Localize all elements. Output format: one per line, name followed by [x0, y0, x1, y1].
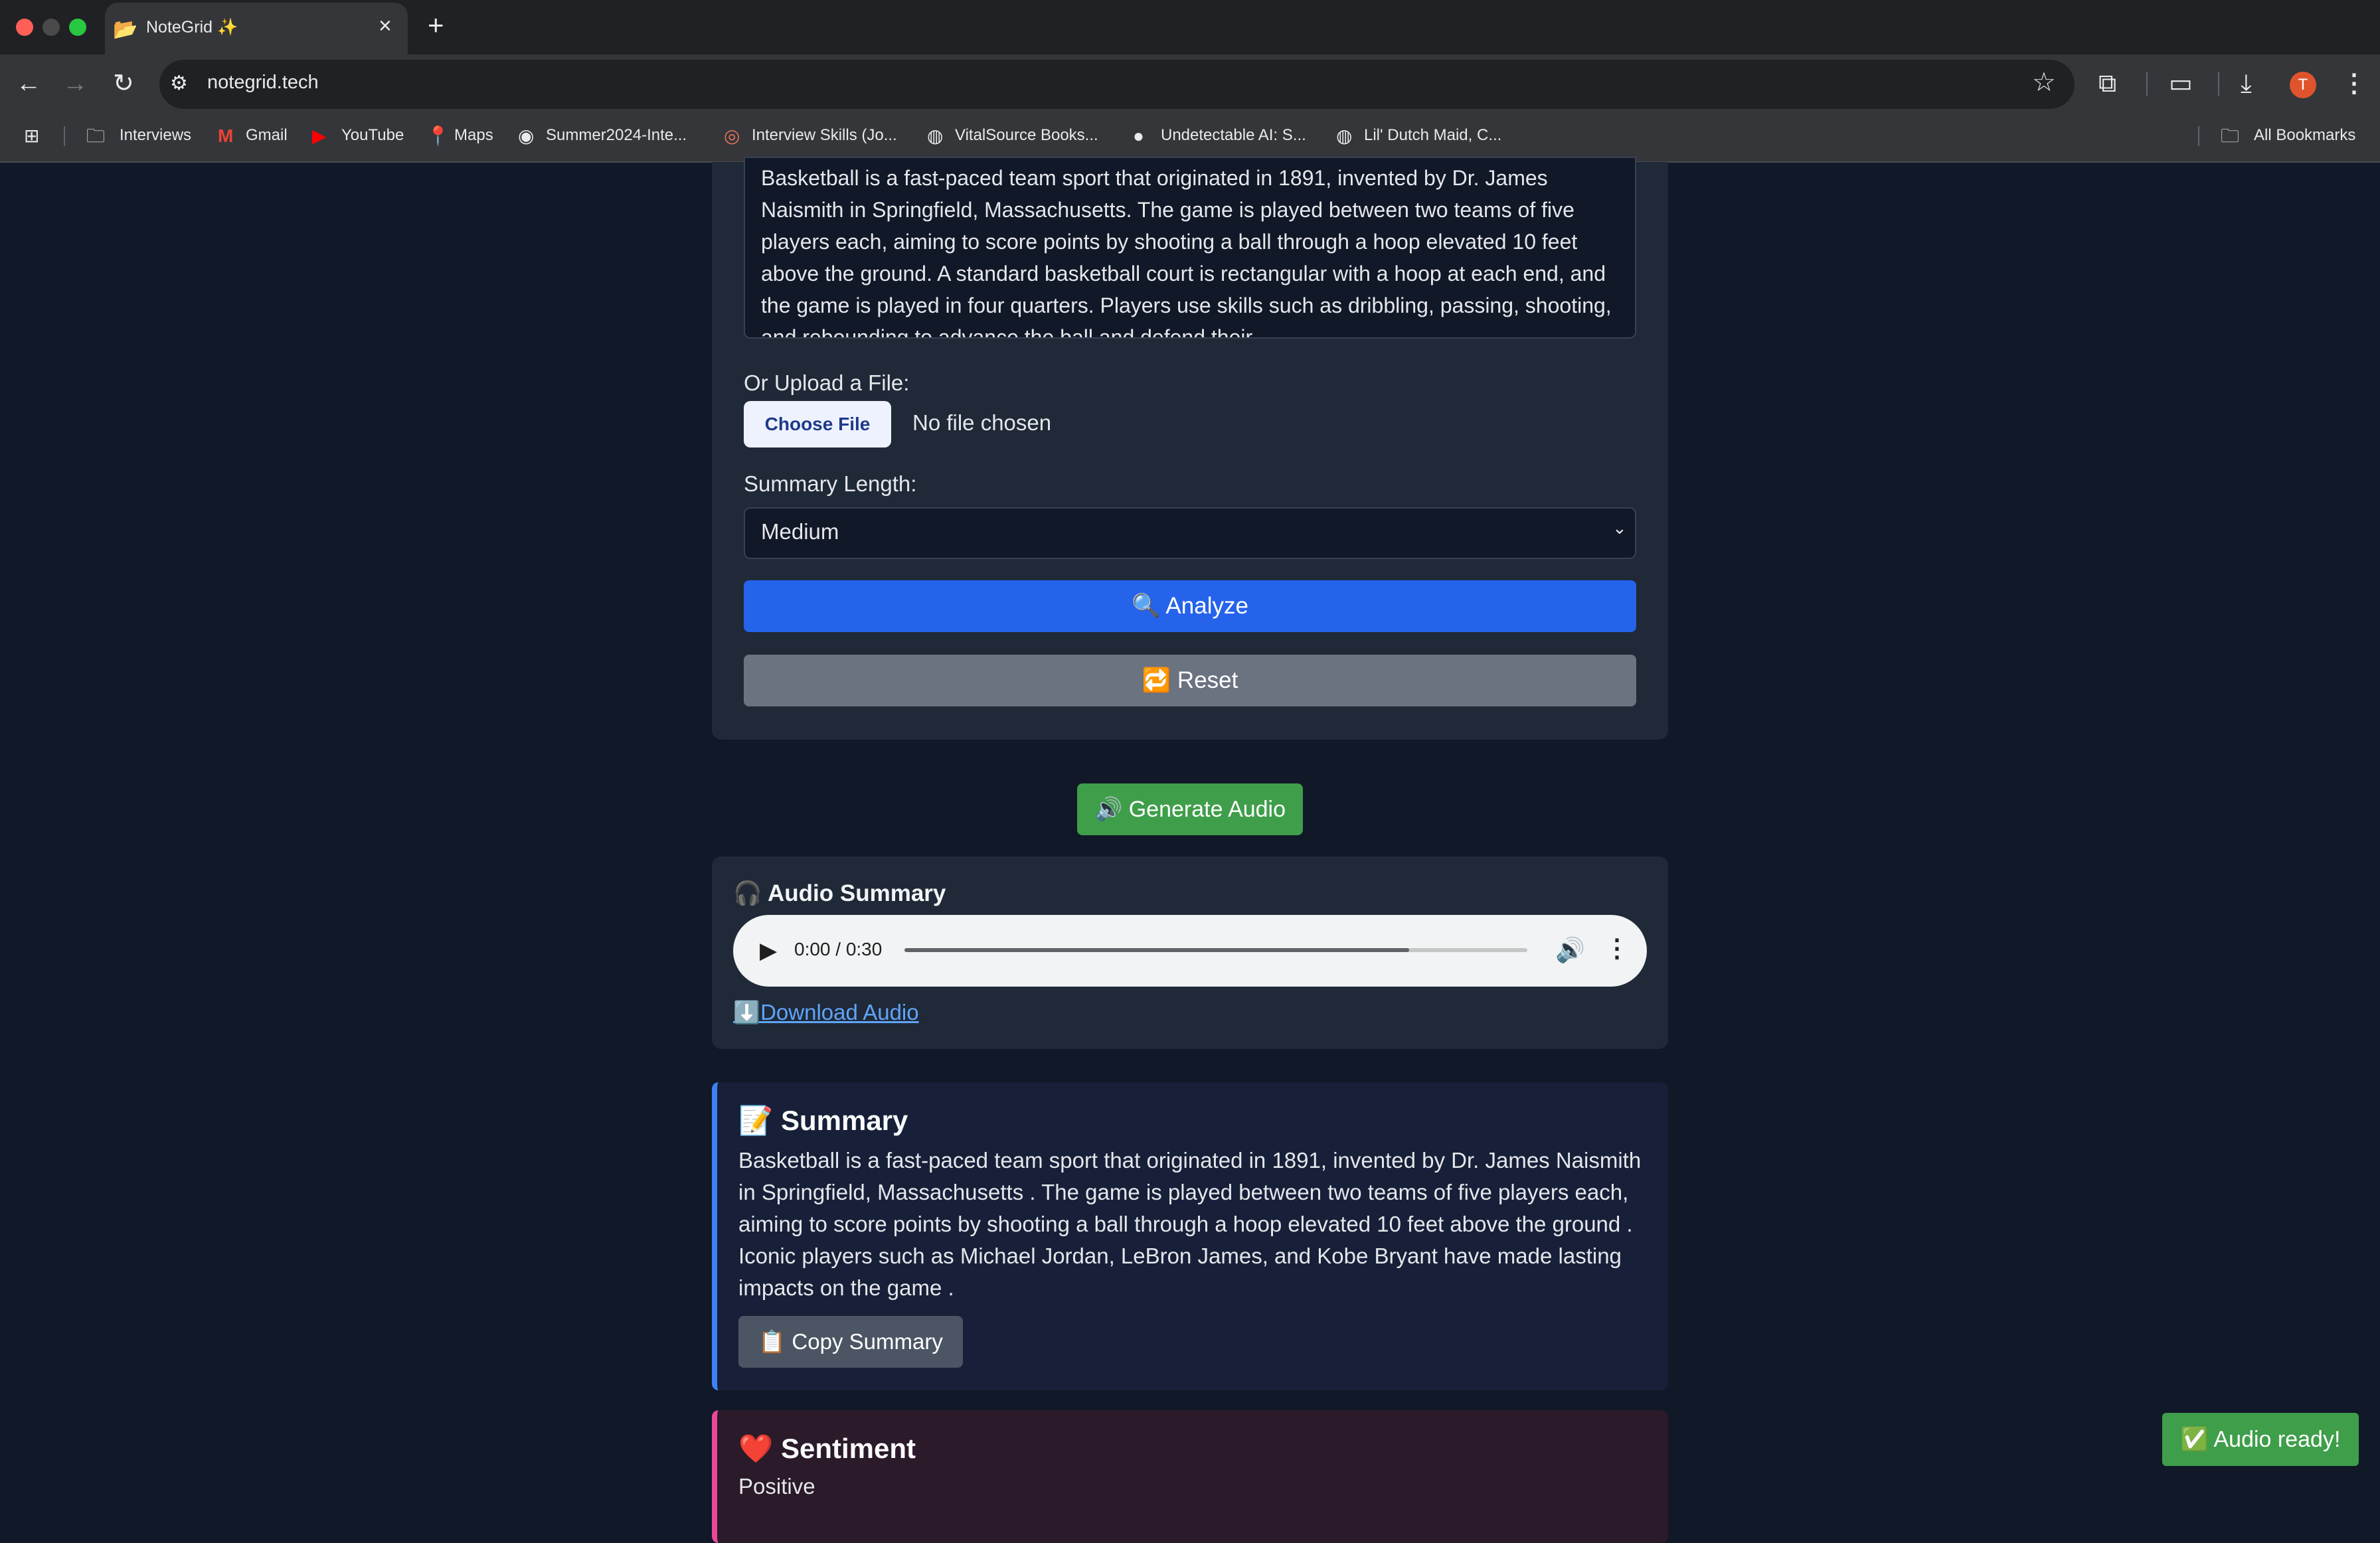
reset-button[interactable]: 🔁 Reset — [744, 655, 1636, 706]
apps-grid-icon[interactable]: ⊞ — [24, 126, 39, 146]
no-file-text: No file chosen — [912, 410, 1052, 435]
folder-icon: 🗀 — [86, 125, 106, 146]
bookmark-maps[interactable]: Maps — [454, 126, 493, 145]
bookmark-interviews[interactable]: Interviews — [120, 126, 191, 145]
play-icon[interactable]: ▶ — [760, 937, 777, 964]
sentiment-value: Positive — [738, 1474, 815, 1499]
summary-text: Basketball is a fast-paced team sport th… — [738, 1148, 1642, 1300]
audio-time-readout: 0:00 / 0:30 — [794, 939, 883, 959]
analyze-button[interactable]: 🔍 Analyze — [744, 580, 1636, 632]
folder-icon: 🗀 — [2221, 125, 2240, 146]
generate-audio-button[interactable]: 🔊 Generate Audio — [1077, 783, 1303, 835]
bookmarks-divider — [2198, 126, 2199, 146]
interview-skills-icon: ◎ — [724, 125, 740, 146]
download-icon[interactable]: ⤓ — [2241, 69, 2252, 98]
forward-arrow-icon[interactable]: → — [62, 69, 88, 98]
bookmark-undetectable-ai[interactable]: Undetectable AI: S... — [1161, 126, 1306, 145]
bookmark-interview-skills[interactable]: Interview Skills (Jo... — [752, 126, 897, 145]
youtube-icon: ▶ — [312, 125, 327, 146]
window-zoom-button[interactable] — [69, 19, 86, 36]
seek-bar[interactable] — [904, 948, 1527, 952]
audio-ready-toast: ✅ Audio ready! — [2162, 1413, 2359, 1466]
summary-length-label: Summary Length: — [744, 471, 917, 496]
globe-icon: ◍ — [1336, 125, 1353, 146]
toolbar-divider — [2218, 72, 2219, 96]
sentiment-heading: ❤️ Sentiment — [738, 1433, 916, 1464]
summary-heading: 📝 Summary — [738, 1105, 908, 1136]
copy-summary-button[interactable]: 📋 Copy Summary — [738, 1316, 963, 1368]
chevron-down-icon: ⌄ — [1612, 518, 1627, 538]
back-arrow-icon[interactable]: ← — [16, 69, 41, 98]
reload-icon[interactable]: ↻ — [113, 69, 134, 98]
volume-icon[interactable]: 🔊 — [1555, 936, 1585, 964]
window-minimize-button[interactable] — [42, 19, 60, 36]
tab-close-icon[interactable]: × — [379, 15, 392, 37]
upload-label: Or Upload a File: — [744, 370, 910, 395]
gmail-icon: M — [218, 125, 234, 146]
globe-icon: ◍ — [927, 125, 944, 146]
profile-avatar[interactable]: T — [2290, 72, 2316, 98]
bookmark-summer2024[interactable]: Summer2024-Inte... — [546, 126, 687, 145]
toolbar-divider — [2146, 72, 2148, 96]
bookmark-youtube[interactable]: YouTube — [341, 126, 404, 145]
download-audio-label: Download Audio — [760, 1000, 919, 1024]
all-bookmarks[interactable]: All Bookmarks — [2254, 126, 2355, 145]
audio-summary-heading: 🎧 Audio Summary — [733, 880, 946, 906]
bookmarks-divider — [64, 126, 65, 146]
url-text[interactable]: notegrid.tech — [207, 72, 319, 94]
sentiment-card — [712, 1410, 1668, 1543]
bookmark-star-icon[interactable]: ☆ — [2032, 68, 2056, 97]
text-input-area[interactable]: Basketball is a fast-paced team sport th… — [744, 157, 1636, 339]
site-info-icon[interactable]: ⚙ — [170, 72, 188, 96]
choose-file-button[interactable]: Choose File — [744, 401, 891, 447]
seek-bar-buffered — [904, 948, 1409, 952]
download-audio-link[interactable]: ⬇️Download Audio — [733, 1000, 919, 1026]
tab-favicon-icon: 📂 — [113, 19, 138, 41]
github-icon: ◉ — [518, 125, 535, 146]
cast-search-icon[interactable]: ▭ — [2169, 69, 2193, 98]
summary-length-select[interactable] — [744, 507, 1636, 559]
bookmark-vitalsource[interactable]: VitalSource Books... — [955, 126, 1098, 145]
extensions-icon[interactable]: ⧉ — [2098, 69, 2116, 98]
undetectable-ai-icon: ● — [1133, 125, 1144, 146]
more-options-icon[interactable]: ⋮ — [1604, 935, 1630, 963]
summary-length-value: Medium — [761, 519, 839, 544]
address-bar[interactable] — [159, 60, 2075, 109]
download-icon: ⬇️ — [733, 1000, 761, 1024]
window-close-button[interactable] — [16, 19, 33, 36]
bookmark-lil-dutch-maid[interactable]: Lil' Dutch Maid, C... — [1364, 126, 1501, 145]
tab-title: NoteGrid ✨ — [146, 18, 238, 37]
browser-menu-icon[interactable]: ⋮ — [2341, 69, 2367, 98]
bookmark-gmail[interactable]: Gmail — [246, 126, 288, 145]
maps-icon: 📍 — [426, 125, 450, 146]
new-tab-icon[interactable]: + — [428, 11, 444, 40]
